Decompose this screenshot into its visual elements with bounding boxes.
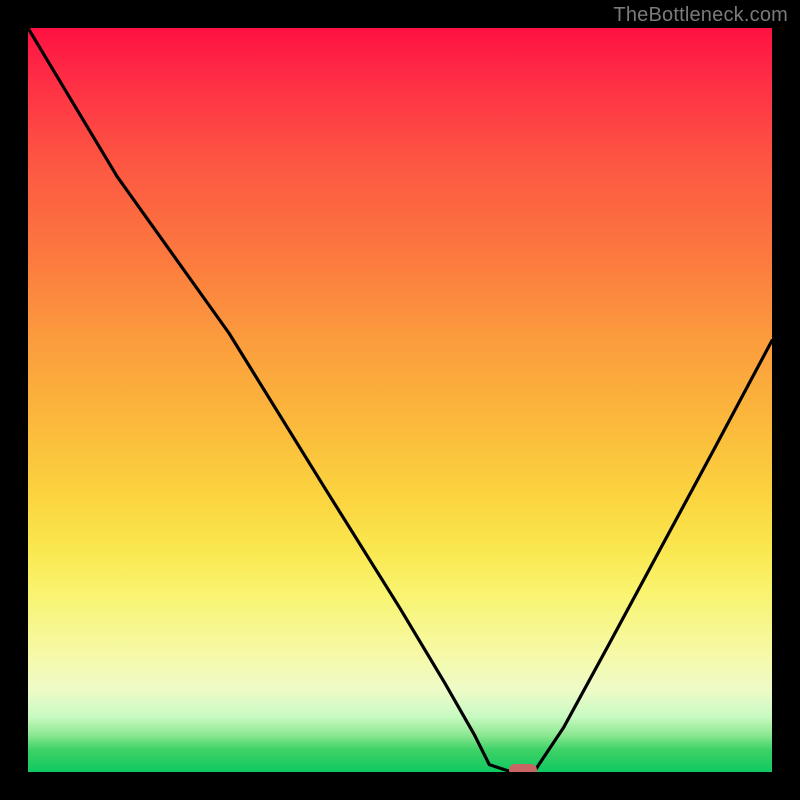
chart-frame: TheBottleneck.com [0,0,800,800]
watermark-text: TheBottleneck.com [613,4,788,27]
optimal-marker [508,760,538,772]
plot-area [28,28,772,772]
bottleneck-curve [28,28,772,772]
